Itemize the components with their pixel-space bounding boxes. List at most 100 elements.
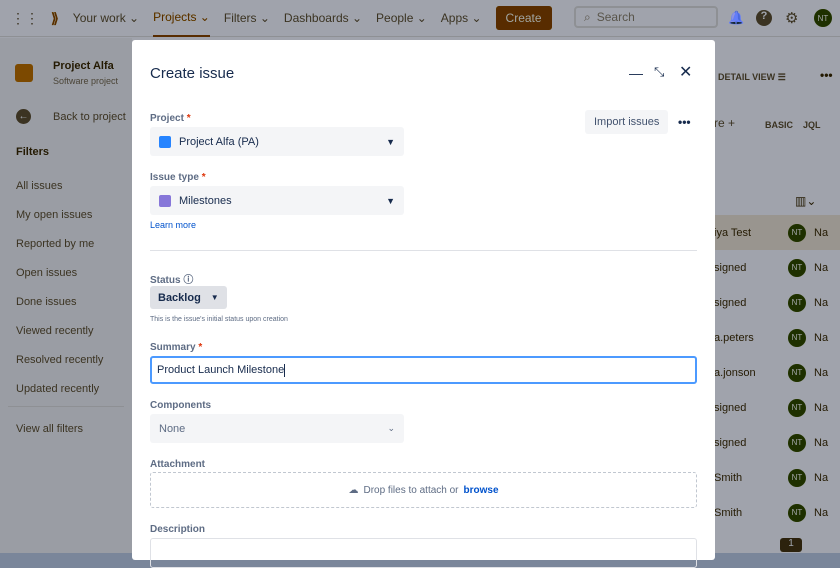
chevron-down-icon: ▼ [210, 293, 219, 302]
nav-projects[interactable]: Projects ⌄ [153, 0, 210, 37]
nav-your-work[interactable]: Your work ⌄ [73, 0, 139, 37]
more-filter-button[interactable]: re + [714, 116, 735, 130]
chevron-down-icon: ⌄ [387, 423, 395, 433]
assignee-name: a.jonson [714, 366, 756, 379]
back-label: Back to project [53, 110, 126, 123]
nav-label: Apps [440, 11, 469, 25]
chevron-down-icon: ▼ [386, 195, 395, 206]
required-marker: * [186, 113, 191, 124]
nav-label: Dashboards [283, 11, 349, 25]
detail-view-button[interactable]: DETAIL VIEW ☰ [718, 72, 786, 83]
sidebar-item-all-issues[interactable]: All issues [16, 180, 62, 192]
columns-icon[interactable]: ▥⌄ [795, 194, 816, 208]
notifications-icon[interactable]: 🔔 [728, 10, 744, 26]
plus-icon: + [728, 116, 736, 130]
sidebar: Project Alfa Software project ← Back to p… [0, 38, 132, 553]
avatar: NT [788, 293, 806, 312]
drop-text: Drop files to attach or [363, 484, 459, 496]
back-to-project[interactable]: ← Back to project [16, 109, 126, 124]
table-row[interactable]: iya Test NT Na [714, 215, 840, 250]
summary-input[interactable]: Product Launch Milestone [150, 356, 697, 384]
help-icon[interactable]: ? [756, 10, 772, 26]
reporter-name: Na [814, 506, 829, 519]
sidebar-item-resolved-recently[interactable]: Resolved recently [16, 354, 103, 366]
nav-dashboards[interactable]: Dashboards ⌄ [284, 0, 362, 37]
project-icon [15, 64, 33, 82]
nav-filters[interactable]: Filters ⌄ [224, 0, 270, 37]
project-type: Software project [53, 76, 119, 86]
table-row[interactable]: a.peters NT Na [714, 320, 840, 355]
import-issues-button[interactable]: Import issues [585, 110, 669, 134]
settings-icon[interactable]: ⚙ [785, 9, 798, 27]
nav-label: Your work [72, 11, 126, 25]
search-input[interactable]: ⌕ Search [574, 6, 718, 28]
status-dropdown[interactable]: Backlog ▼ [150, 286, 227, 309]
more-options-icon[interactable]: ••• [820, 68, 833, 82]
avatar: NT [788, 328, 806, 347]
sidebar-item-updated-recently[interactable]: Updated recently [16, 383, 99, 395]
required-marker: * [198, 342, 203, 353]
project-select[interactable]: Project Alfa (PA) ▼ [150, 127, 404, 156]
dialog-title: Create issue [150, 65, 235, 82]
table-row[interactable]: signed NT Na [714, 250, 840, 285]
top-navigation: ⋮⋮ ⟫ Your work ⌄ Projects ⌄ Filters ⌄ Da… [0, 0, 840, 37]
avatar: NT [788, 433, 806, 452]
table-row[interactable]: Smith NT Na [714, 460, 840, 495]
more-actions-icon[interactable]: ••• [678, 115, 691, 129]
avatar: NT [788, 398, 806, 417]
project-label: Project * [150, 113, 191, 124]
learn-more-link[interactable]: Learn more [150, 220, 196, 230]
nav-people[interactable]: People ⌄ [376, 0, 427, 37]
project-value: Project Alfa (PA) [179, 135, 259, 148]
issue-type-select[interactable]: Milestones ▼ [150, 186, 404, 215]
create-issue-dialog: Create issue — ⤡ ✕ Import issues ••• Pro… [132, 40, 715, 568]
info-icon: ⓘ [183, 275, 194, 286]
jira-logo-icon[interactable]: ⟫ [51, 10, 59, 27]
avatar: NT [788, 503, 806, 522]
divider [8, 406, 124, 407]
issue-type-label-text: Issue type [150, 172, 199, 183]
view-all-filters[interactable]: View all filters [16, 423, 83, 435]
status-value: Backlog [158, 291, 201, 304]
sidebar-item-done-issues[interactable]: Done issues [16, 296, 77, 308]
browse-link[interactable]: browse [464, 485, 499, 496]
assignee-name: signed [714, 401, 747, 414]
sidebar-item-reported-by-me[interactable]: Reported by me [16, 238, 94, 250]
minimize-icon[interactable]: — [629, 65, 643, 81]
jql-toggle[interactable]: JQL [803, 120, 821, 130]
summary-label: Summary * [150, 342, 202, 353]
more-filter-label: re [714, 116, 725, 130]
attachment-dropzone[interactable]: ☁ Drop files to attach or browse [150, 472, 697, 508]
project-name: Project Alfa [53, 60, 114, 72]
description-label: Description [150, 524, 206, 535]
milestone-icon [159, 194, 171, 207]
table-row[interactable]: signed NT Na [714, 285, 840, 320]
reporter-name: Na [814, 296, 829, 309]
avatar: NT [788, 363, 806, 382]
search-icon: ⌕ [584, 9, 591, 24]
sidebar-item-viewed-recently[interactable]: Viewed recently [16, 325, 93, 337]
nav-apps[interactable]: Apps ⌄ [441, 0, 482, 37]
avatar: NT [788, 468, 806, 487]
collapse-icon[interactable]: ⤡ [654, 64, 664, 80]
components-select[interactable]: None ⌄ [150, 414, 404, 443]
issue-type-value: Milestones [179, 194, 232, 207]
table-row[interactable]: a.jonson NT Na [714, 355, 840, 390]
table-row[interactable]: signed NT Na [714, 390, 840, 425]
app-switcher-icon[interactable]: ⋮⋮ [11, 10, 39, 27]
table-row[interactable]: Smith NT Na [714, 495, 840, 530]
create-button[interactable]: Create [495, 6, 552, 30]
assignee-name: a.peters [714, 331, 754, 344]
table-row[interactable]: signed NT Na [714, 425, 840, 460]
sidebar-item-open-issues[interactable]: Open issues [16, 267, 77, 279]
profile-avatar[interactable]: NT [814, 9, 832, 27]
basic-toggle[interactable]: BASIC [765, 120, 793, 130]
sidebar-item-my-open-issues[interactable]: My open issues [16, 209, 92, 221]
close-icon[interactable]: ✕ [679, 62, 692, 82]
assignee-name: Smith [714, 471, 743, 484]
description-editor[interactable] [150, 538, 697, 568]
reporter-name: Na [814, 471, 829, 484]
pagination-page[interactable]: 1 [780, 538, 802, 552]
detail-view-label: DETAIL VIEW [718, 72, 776, 82]
components-value: None [159, 422, 186, 435]
